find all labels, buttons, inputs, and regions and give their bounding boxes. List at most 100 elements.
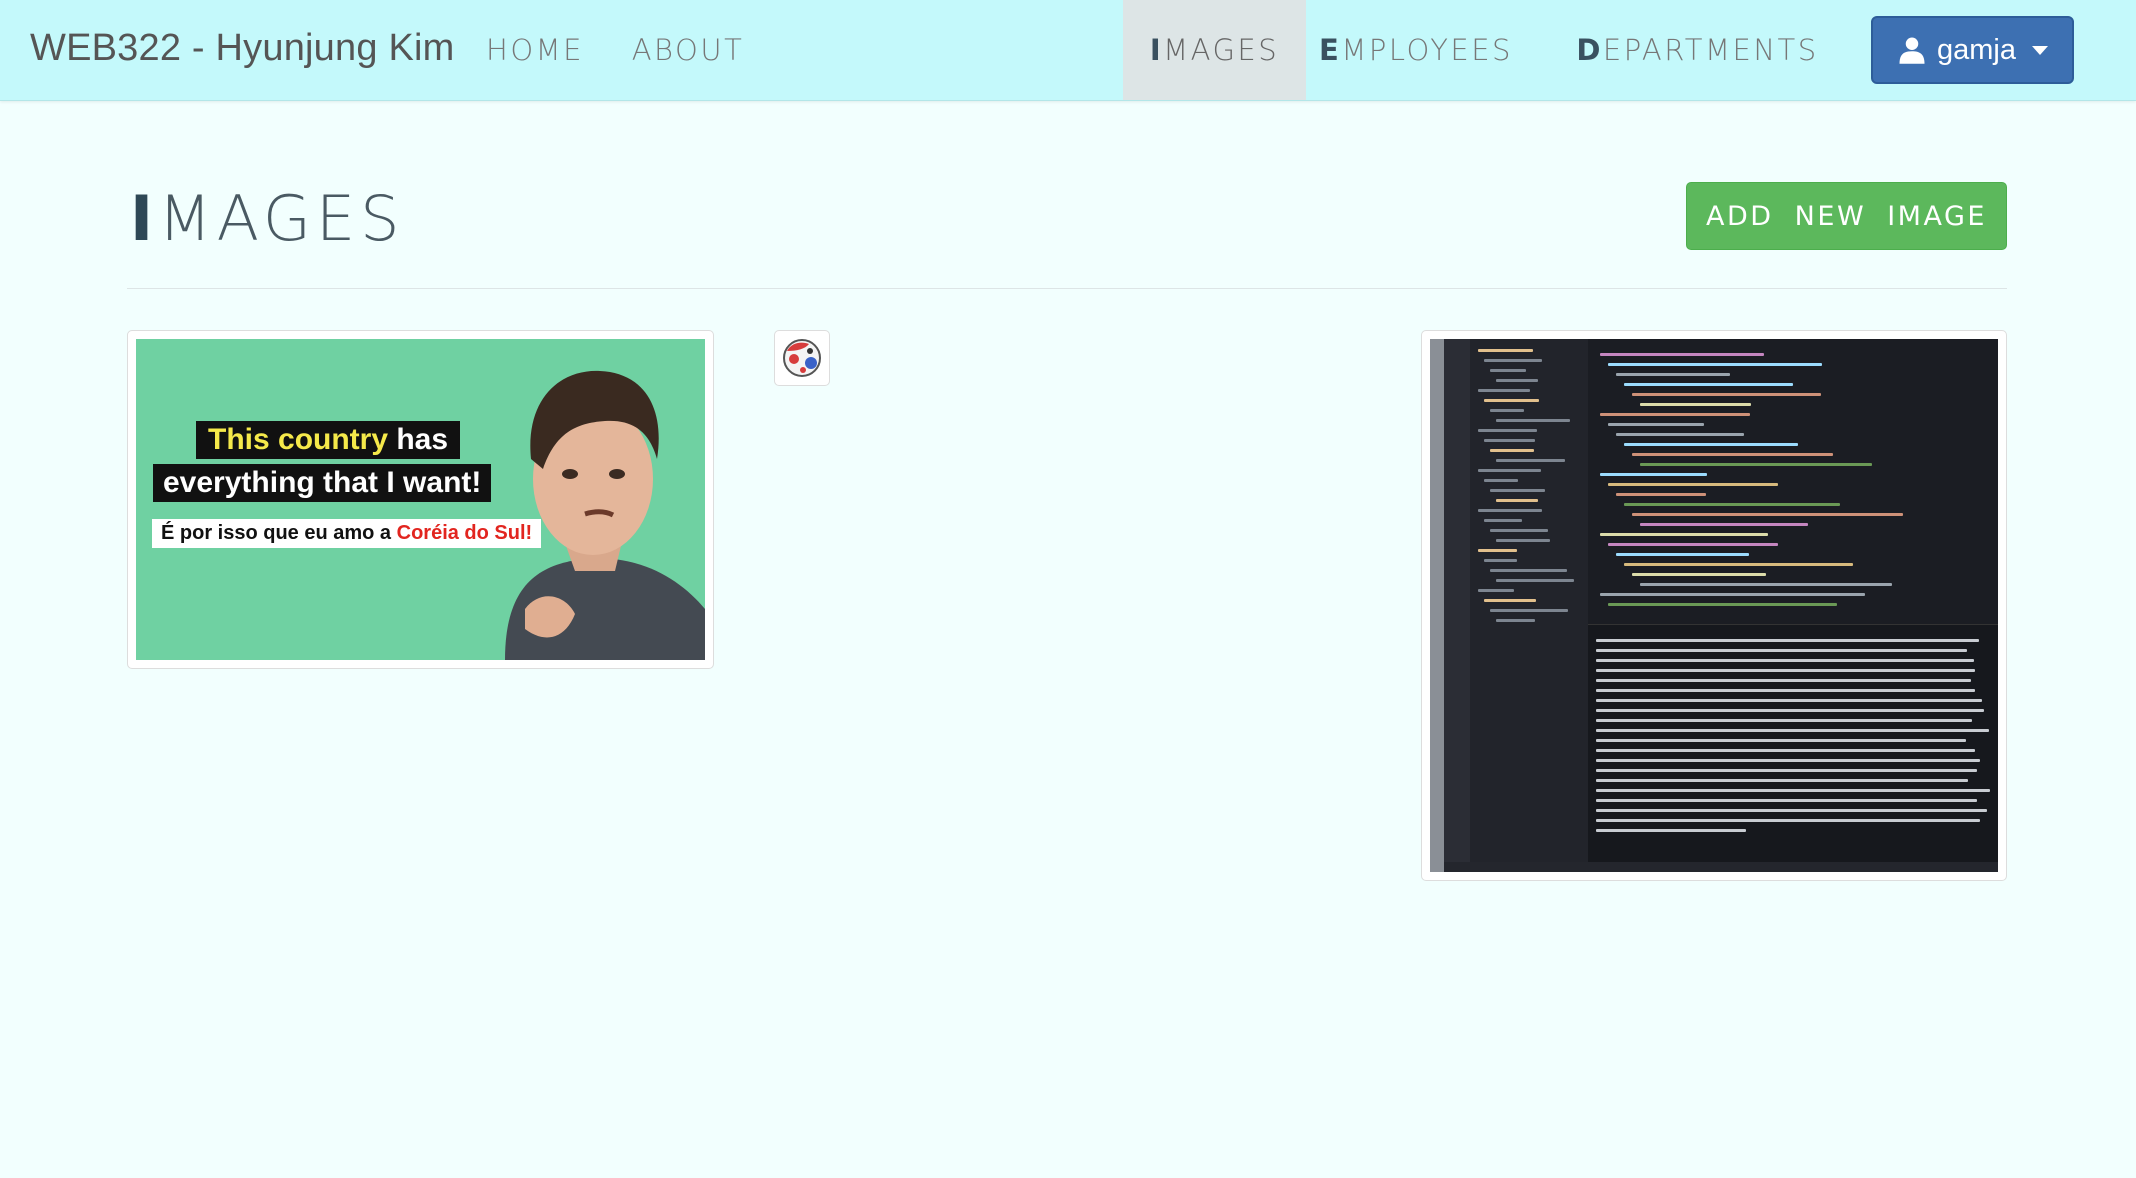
nav-images-link[interactable]: I MAGES — [1123, 0, 1306, 100]
screenshot-activity-bar — [1444, 339, 1470, 872]
terminal-line — [1596, 789, 1990, 792]
explorer-line — [1478, 429, 1538, 432]
explorer-line — [1490, 529, 1549, 532]
code-line — [1608, 423, 1704, 426]
explorer-line — [1490, 449, 1535, 452]
code-line — [1640, 523, 1808, 526]
code-line — [1608, 363, 1823, 366]
page-title-first: I — [130, 182, 159, 255]
image-thumbnail-3[interactable] — [1421, 330, 2007, 881]
explorer-line — [1490, 569, 1567, 572]
terminal-line — [1596, 819, 1981, 822]
nav-employees-rest: MPLOYEES — [1341, 33, 1513, 67]
code-line — [1616, 433, 1744, 436]
nav-images-first: I — [1149, 33, 1164, 67]
thumbnail-caption-line3-red: Coréia do Sul! — [396, 522, 533, 544]
divider — [127, 288, 2007, 289]
nav-home-link[interactable]: H OME — [486, 0, 581, 100]
code-line — [1640, 583, 1892, 586]
nav-about-rest: BOUT — [654, 33, 745, 67]
explorer-line — [1490, 409, 1524, 412]
terminal-line — [1596, 759, 1981, 762]
terminal-line — [1596, 779, 1969, 782]
nav-home-rest: OME — [510, 33, 584, 67]
explorer-line — [1490, 609, 1568, 612]
explorer-line — [1478, 389, 1531, 392]
username-label: gamja — [1937, 33, 2016, 66]
nav-employees-link[interactable]: E MPLOYEES — [1306, 0, 1526, 100]
code-line — [1608, 603, 1838, 606]
terminal-line — [1596, 639, 1980, 642]
thumbnail-caption-line3: É por isso que eu amo a Coréia do Sul! — [152, 519, 542, 548]
thumbnail-caption-line1: This country has — [196, 421, 461, 459]
thumbnail-caption-highlight: This country — [208, 423, 389, 456]
terminal-line — [1596, 659, 1974, 662]
nav-departments-first: D — [1576, 33, 1603, 67]
explorer-line — [1484, 599, 1537, 602]
explorer-line — [1484, 559, 1517, 562]
code-line — [1600, 593, 1866, 596]
code-line — [1600, 353, 1764, 356]
explorer-line — [1490, 369, 1526, 372]
explorer-line — [1484, 479, 1518, 482]
screenshot-editor-pane — [1588, 339, 1998, 624]
explorer-line — [1496, 579, 1575, 582]
code-line — [1624, 383, 1794, 386]
person-illustration — [505, 370, 705, 660]
code-line — [1632, 513, 1904, 516]
page-title: IMAGES — [130, 182, 404, 255]
user-icon — [1899, 37, 1925, 64]
code-line — [1640, 403, 1751, 406]
explorer-line — [1478, 589, 1515, 592]
ball-icon — [783, 339, 821, 377]
terminal-line — [1596, 809, 1987, 812]
code-line — [1608, 483, 1779, 486]
code-line — [1616, 373, 1731, 376]
terminal-line — [1596, 669, 1975, 672]
image-thumbnail-2[interactable] — [774, 330, 830, 386]
explorer-line — [1496, 379, 1539, 382]
thumbnail-caption-line1-rest: has — [388, 423, 449, 456]
terminal-line — [1596, 699, 1983, 702]
youtube-thumbnail-image: This country has everything that I want!… — [136, 339, 705, 660]
code-line — [1600, 533, 1768, 536]
terminal-line — [1596, 689, 1976, 692]
nav-employees-first: E — [1319, 33, 1342, 67]
nav-home-first: H — [486, 33, 511, 67]
image-thumbnail-1[interactable]: This country has everything that I want!… — [127, 330, 714, 669]
terminal-line — [1596, 739, 1967, 742]
explorer-line — [1478, 509, 1542, 512]
explorer-line — [1478, 549, 1517, 552]
explorer-line — [1484, 399, 1540, 402]
user-dropdown-button[interactable]: gamja — [1871, 16, 2074, 84]
add-new-image-button[interactable]: ADD NEW IMAGE — [1686, 182, 2007, 250]
code-line — [1632, 453, 1833, 456]
nav-about-link[interactable]: A BOUT — [632, 0, 744, 100]
page-title-rest: MAGES — [158, 182, 405, 255]
terminal-line — [1596, 829, 1746, 832]
terminal-line — [1596, 749, 1975, 752]
code-line — [1624, 563, 1853, 566]
explorer-line — [1484, 519, 1522, 522]
screenshot-left-strip — [1430, 339, 1444, 872]
terminal-line — [1596, 719, 1973, 722]
brand-title[interactable]: WEB322 - Hyunjung Kim — [30, 27, 454, 70]
code-line — [1616, 493, 1706, 496]
thumbnail-caption-line3-prefix: É por isso que eu amo a — [161, 522, 397, 544]
nav-about-first: A — [631, 33, 655, 67]
terminal-line — [1596, 799, 1977, 802]
explorer-line — [1496, 499, 1538, 502]
code-line — [1624, 443, 1799, 446]
code-line — [1624, 503, 1841, 506]
thumbnail-caption-line2: everything that I want! — [153, 464, 492, 502]
terminal-line — [1596, 649, 1967, 652]
nav-departments-link[interactable]: D EPARTMENTS — [1565, 0, 1830, 100]
terminal-line — [1596, 729, 1989, 732]
explorer-line — [1496, 419, 1570, 422]
code-line — [1608, 543, 1779, 546]
navbar: WEB322 - Hyunjung Kim H OME A BOUT I MAGES … — [0, 0, 2136, 101]
terminal-line — [1596, 709, 1984, 712]
explorer-line — [1478, 349, 1533, 352]
nav-departments-rest: EPARTMENTS — [1602, 33, 1819, 67]
nav-images-rest: MAGES — [1163, 33, 1280, 67]
